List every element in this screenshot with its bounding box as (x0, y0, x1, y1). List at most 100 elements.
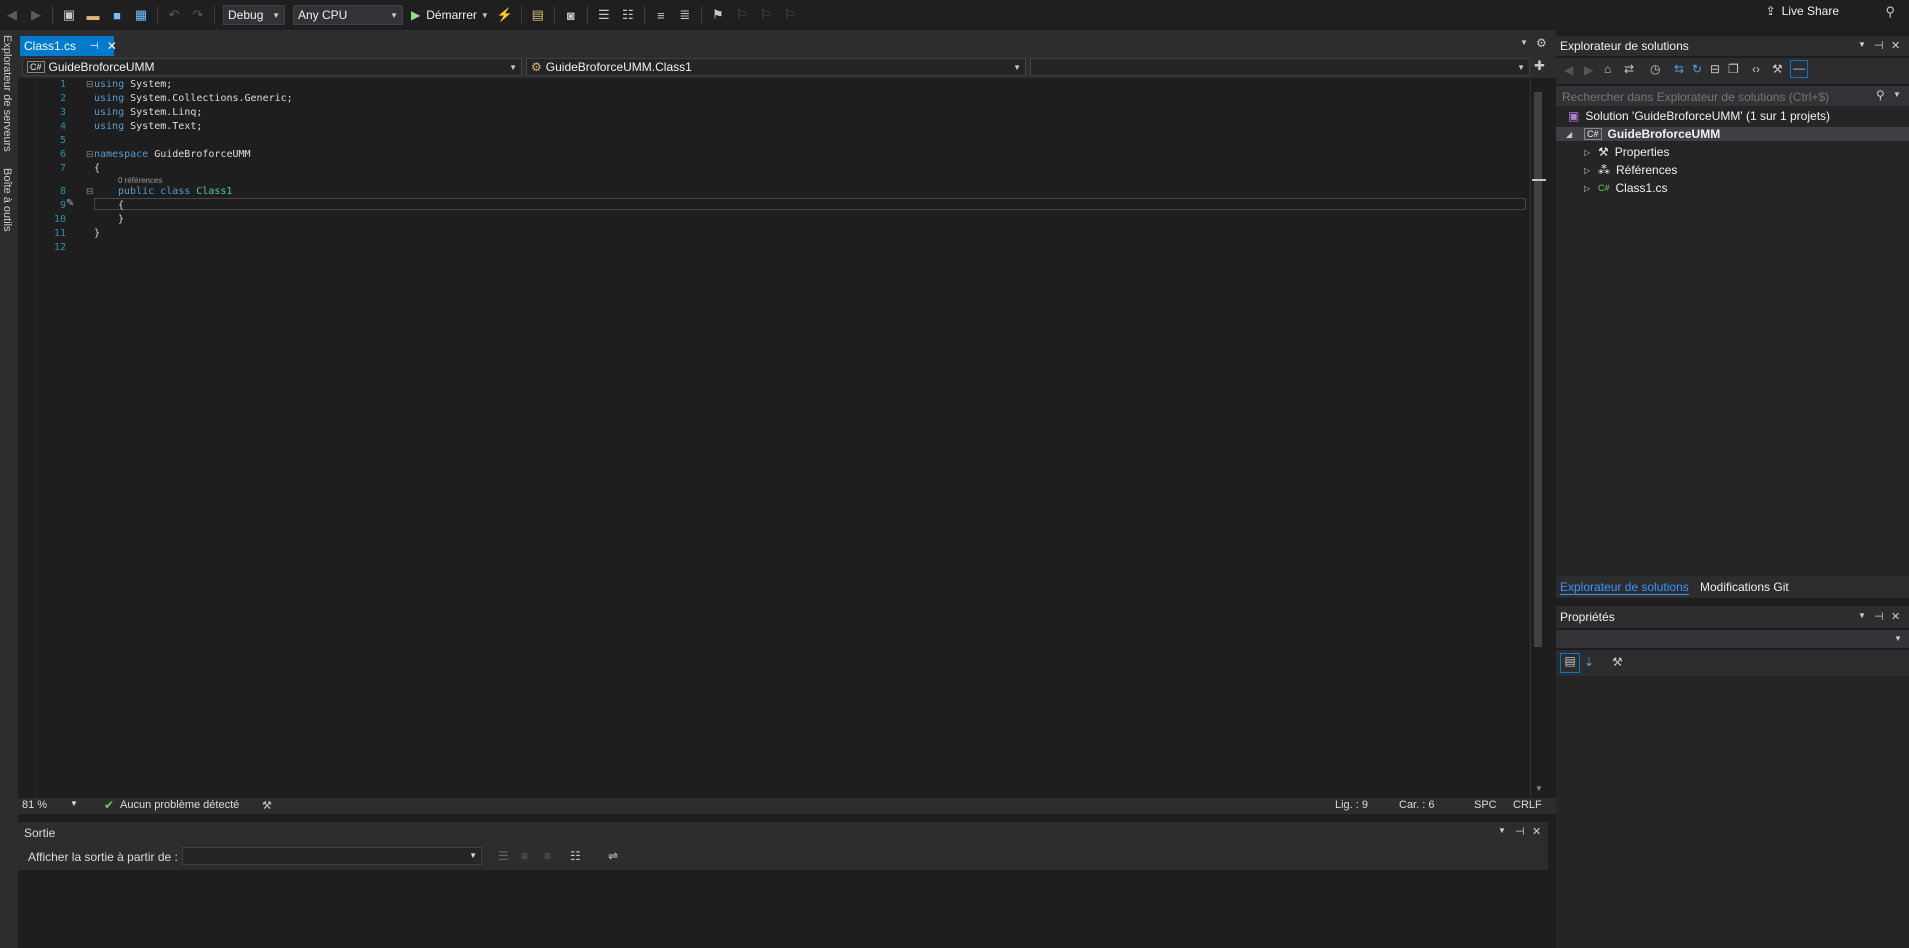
align-left-icon[interactable]: ☰ (594, 5, 614, 25)
pin-icon[interactable]: ⊣ (1515, 825, 1525, 838)
feedback-icon[interactable]: ⚲ (1885, 4, 1895, 20)
solution-search-box[interactable]: ⚲ ▼ (1556, 86, 1909, 106)
pin-icon[interactable]: ⊣ (90, 41, 99, 52)
brush-icon[interactable]: ⚒ (262, 799, 272, 812)
close-icon[interactable]: ✕ (1891, 610, 1900, 623)
next-message-icon[interactable]: ≡ (544, 849, 551, 863)
tree-item-properties[interactable]: ▷ ⚒ Properties (1584, 145, 1669, 159)
save-icon[interactable]: ■ (107, 5, 127, 25)
chevron-down-icon[interactable]: ▼ (1858, 40, 1866, 49)
chevron-down-icon[interactable]: ▼ (1893, 90, 1901, 99)
scroll-down-icon[interactable]: ▼ (1535, 784, 1543, 793)
member-dropdown[interactable]: ▼ (1030, 58, 1530, 76)
bookmark-icon[interactable]: ⚑ (708, 5, 728, 25)
close-icon[interactable]: ✕ (1891, 39, 1900, 52)
next-bookmark-icon[interactable]: ⚐ (756, 5, 776, 25)
clear-all-icon[interactable]: ☷ (570, 849, 581, 863)
output-content[interactable] (18, 870, 1548, 948)
server-explorer-tab[interactable]: Explorateur de serveurs (1, 35, 13, 152)
quick-actions-icon[interactable]: ✎ (66, 198, 74, 209)
collapsed-arrow-icon[interactable]: ▷ (1584, 184, 1598, 193)
tab-list-icon[interactable]: ▼ (1520, 38, 1528, 47)
open-folder-icon[interactable]: ▬ (83, 5, 103, 25)
collapse-icon[interactable]: ⊟ (86, 186, 94, 197)
configuration-dropdown[interactable]: Debug ▼ (223, 5, 285, 25)
close-icon[interactable]: ✕ (1532, 825, 1541, 838)
solution-label: Solution 'GuideBroforceUMM' (1 sur 1 pro… (1585, 109, 1831, 123)
tree-item-solution[interactable]: ▣ Solution 'GuideBroforceUMM' (1 sur 1 p… (1568, 109, 1830, 123)
home-icon[interactable]: ⌂ (1604, 62, 1611, 76)
align-right-icon[interactable]: ☷ (618, 5, 638, 25)
collapse-icon[interactable]: ⊟ (86, 79, 94, 90)
search-icon[interactable]: ⚲ (1876, 88, 1885, 102)
categorized-icon[interactable]: ▤ (1560, 653, 1580, 673)
zoom-level[interactable]: 81 % (22, 799, 47, 811)
back-icon[interactable]: ◀ (2, 5, 22, 25)
output-source-dropdown[interactable]: ▼ (182, 847, 482, 865)
whitespace-indicator[interactable]: SPC (1474, 799, 1497, 811)
tree-item-references[interactable]: ▷ ⁂ Références (1584, 163, 1677, 177)
undo-icon[interactable]: ↶ (164, 5, 184, 25)
collapse-all-icon[interactable]: ⊟ (1710, 62, 1720, 76)
solution-search-input[interactable] (1560, 88, 1884, 106)
chevron-down-icon[interactable]: ▼ (70, 799, 78, 808)
tab-git-changes[interactable]: Modifications Git (1700, 580, 1789, 594)
forward-icon[interactable]: ▶ (26, 5, 46, 25)
pin-icon[interactable]: ⊣ (1874, 610, 1884, 623)
line-indicator[interactable]: Lig. : 9 (1335, 799, 1368, 811)
switch-views-icon[interactable]: ⇄ (1624, 62, 1634, 76)
issues-status[interactable]: Aucun problème détecté (120, 799, 239, 811)
pending-changes-icon[interactable]: ◷ (1650, 62, 1660, 76)
redo-icon[interactable]: ↷ (188, 5, 208, 25)
start-button[interactable]: ▶ Démarrer ▼ (411, 8, 489, 22)
tree-item-project[interactable]: ◢ C# GuideBroforceUMM (1556, 127, 1909, 141)
wrench-icon[interactable]: ⚒ (1772, 62, 1783, 76)
properties-object-dropdown[interactable]: ▼ (1556, 630, 1909, 648)
refresh-icon[interactable]: ↻ (1692, 62, 1702, 76)
project-dropdown[interactable]: C# GuideBroforceUMM ▼ (22, 58, 522, 76)
prev-message-icon[interactable]: ≡ (521, 849, 528, 863)
word-wrap-icon[interactable]: ⇌ (608, 849, 618, 863)
sync-icon[interactable]: ⇆ (1674, 62, 1684, 76)
collapsed-arrow-icon[interactable]: ▷ (1584, 148, 1598, 157)
tree-item-class1[interactable]: ▷ C# Class1.cs (1584, 181, 1668, 195)
chevron-down-icon[interactable]: ▼ (1498, 826, 1506, 835)
column-indicator[interactable]: Car. : 6 (1399, 799, 1434, 811)
new-project-icon[interactable]: ▣ (59, 5, 79, 25)
property-pages-icon[interactable]: ⚒ (1612, 655, 1623, 669)
code-lens-references[interactable]: 0 références (118, 176, 162, 185)
tab-class1-cs[interactable]: Class1.cs ⊣ ✕ (20, 36, 117, 56)
camera-icon[interactable]: ◙ (561, 5, 581, 25)
scrollbar-thumb[interactable] (1534, 92, 1542, 647)
platform-dropdown[interactable]: Any CPU ▼ (293, 5, 403, 25)
toolbox-tab[interactable]: Boîte à outils (1, 168, 13, 232)
preview-icon[interactable]: — (1790, 60, 1808, 78)
expanded-arrow-icon[interactable]: ◢ (1566, 130, 1580, 139)
tab-solution-explorer[interactable]: Explorateur de solutions (1560, 580, 1689, 595)
live-share-button[interactable]: ⇪ Live Share (1766, 4, 1839, 18)
class-dropdown[interactable]: ⚙ GuideBroforceUMM.Class1 ▼ (526, 58, 1026, 76)
split-icon[interactable]: ✚ (1534, 58, 1545, 74)
line-ending-indicator[interactable]: CRLF (1513, 799, 1542, 811)
code-editor[interactable] (18, 78, 1530, 798)
find-message-icon[interactable]: ☰ (498, 849, 509, 863)
clear-bookmarks-icon[interactable]: ⚐ (780, 5, 800, 25)
collapse-icon[interactable]: ⊟ (86, 149, 94, 160)
view-code-icon[interactable]: ‹› (1752, 62, 1760, 76)
chevron-down-icon[interactable]: ▼ (1858, 611, 1866, 620)
show-all-files-icon[interactable]: ❐ (1728, 62, 1739, 76)
alphabetical-icon[interactable]: ⇣ (1584, 655, 1594, 669)
close-icon[interactable]: ✕ (107, 39, 117, 53)
tree-item-label: Class1.cs (1615, 181, 1668, 195)
prev-bookmark-icon[interactable]: ⚐ (732, 5, 752, 25)
back-icon[interactable]: ◀ (1564, 63, 1573, 77)
pin-icon[interactable]: ⊣ (1874, 39, 1884, 52)
browse-icon[interactable]: ▤ (528, 5, 548, 25)
comment-icon[interactable]: ≡ (651, 5, 671, 25)
save-all-icon[interactable]: ▦ (131, 5, 151, 25)
collapsed-arrow-icon[interactable]: ▷ (1584, 166, 1598, 175)
settings-icon[interactable]: ⚙ (1536, 36, 1547, 50)
uncomment-icon[interactable]: ≣ (675, 5, 695, 25)
forward-icon[interactable]: ▶ (1584, 63, 1593, 77)
hot-reload-icon[interactable]: ⚡ (495, 5, 515, 25)
